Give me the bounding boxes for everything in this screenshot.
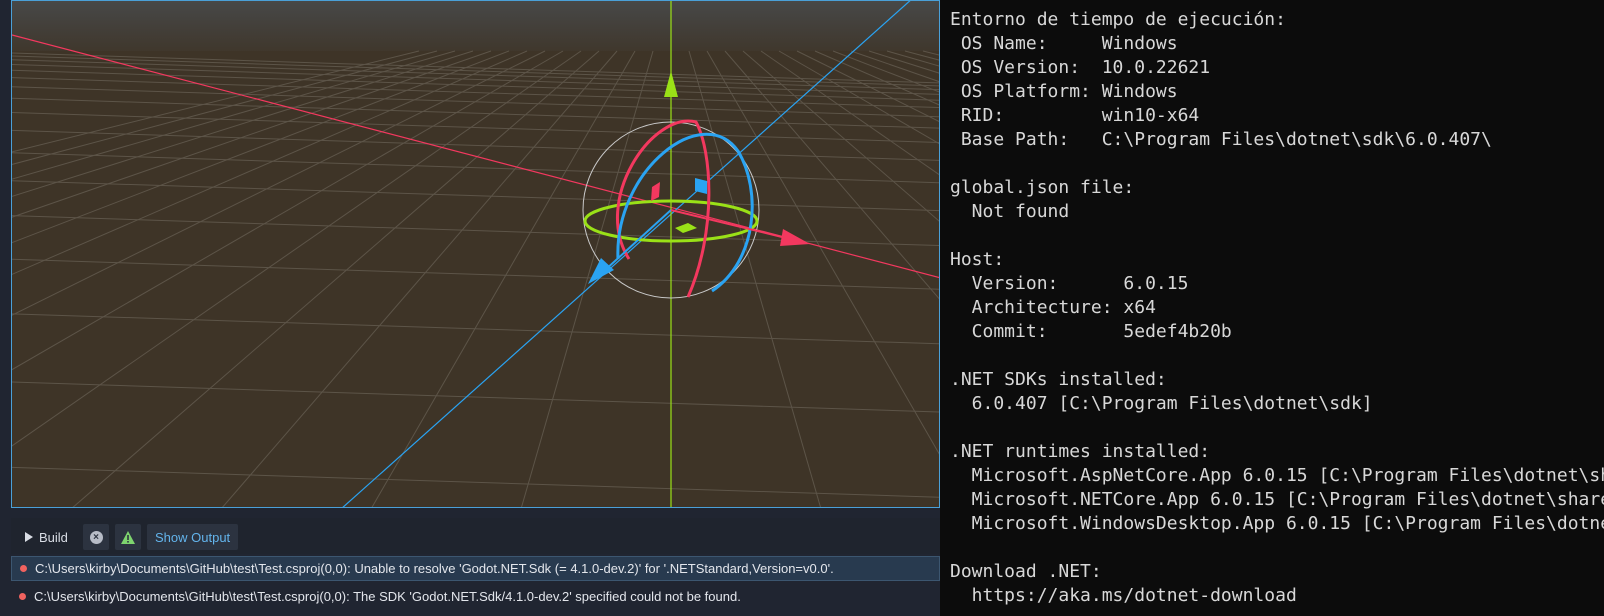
show-output-label: Show Output <box>155 529 231 545</box>
terminal-line: 6.0.407 [C:\Program Files\dotnet\sdk] <box>950 393 1373 414</box>
terminal-line: OS Platform: Windows <box>950 81 1178 102</box>
terminal-line: .NET runtimes installed: <box>950 441 1211 462</box>
terminal-line: Host: <box>950 249 1005 270</box>
play-icon <box>25 532 33 542</box>
terminal-line: Entorno de tiempo de ejecución: <box>950 9 1286 30</box>
terminal-line: Download .NET: <box>950 561 1102 582</box>
terminal-line: https://aka.ms/dotnet-download <box>950 585 1297 606</box>
build-tab[interactable]: Build <box>19 524 74 550</box>
terminal-line: Version: 6.0.15 <box>950 273 1189 294</box>
godot-editor: Build × Show Output C:\Users\kirby\Docum… <box>0 0 940 616</box>
build-message-list: C:\Users\kirby\Documents\GitHub\test\Tes… <box>11 556 940 616</box>
message-text: C:\Users\kirby\Documents\GitHub\test\Tes… <box>34 589 741 604</box>
bottom-toolbar: Build × Show Output <box>11 518 940 554</box>
clear-errors-button[interactable]: × <box>83 524 109 550</box>
clear-errors-icon: × <box>89 530 103 544</box>
list-item[interactable]: C:\Users\kirby\Documents\GitHub\test\Tes… <box>11 556 940 581</box>
warnings-filter-button[interactable] <box>115 524 141 550</box>
terminal-line: OS Version: 10.0.22621 <box>950 57 1211 78</box>
error-dot-icon <box>19 593 26 600</box>
warning-icon <box>121 530 135 544</box>
terminal-line: Microsoft.NETCore.App 6.0.15 [C:\Program… <box>971 489 1604 510</box>
terminal-line: Microsoft.WindowsDesktop.App 6.0.15 [C:\… <box>971 513 1604 534</box>
terminal-line: .NET SDKs installed: <box>950 369 1167 390</box>
terminal-line: Commit: 5edef4b20b <box>950 321 1232 342</box>
terminal-line: global.json file: <box>950 177 1135 198</box>
terminal-line: Architecture: x64 <box>950 297 1156 318</box>
terminal-line: Base Path: C:\Program Files\dotnet\sdk\6… <box>950 129 1492 150</box>
list-item[interactable]: C:\Users\kirby\Documents\GitHub\test\Tes… <box>11 584 940 609</box>
terminal-line: Not found <box>950 201 1070 222</box>
terminal-line: Microsoft.AspNetCore.App 6.0.15 [C:\Prog… <box>971 465 1604 486</box>
build-label: Build <box>39 529 68 545</box>
error-dot-icon <box>20 565 27 572</box>
viewport-scene[interactable] <box>12 1 940 508</box>
message-text: C:\Users\kirby\Documents\GitHub\test\Tes… <box>35 561 834 576</box>
terminal-window[interactable]: Entorno de tiempo de ejecución: OS Name:… <box>940 0 1604 616</box>
terminal-line: RID: win10-x64 <box>950 105 1200 126</box>
show-output-button[interactable]: Show Output <box>147 524 239 550</box>
3d-viewport[interactable] <box>11 0 940 508</box>
terminal-line: OS Name: Windows <box>950 33 1178 54</box>
